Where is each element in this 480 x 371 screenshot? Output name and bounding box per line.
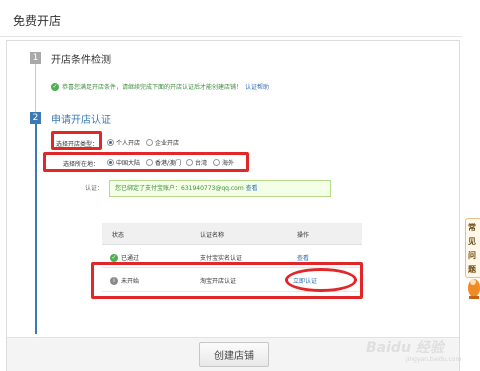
view-link[interactable]: 查看 <box>297 253 309 262</box>
step1-title: 开店条件检测 <box>51 55 111 66</box>
step2-number: 2 <box>30 112 41 124</box>
step-connector-active <box>35 118 37 334</box>
step1-message: 恭喜您满足开店条件，请继续完成下面的开店认证后才能创建店铺！ <box>62 84 243 91</box>
shop-type-company[interactable]: 企业开店 <box>146 138 179 147</box>
cert-status-box: 您已绑定了支付宝账户：631940773@qq.com 查看 <box>109 180 331 197</box>
radio-checked-icon[interactable] <box>107 139 114 146</box>
col-status: 状态 <box>112 232 125 239</box>
baidu-watermark: Baidu 经验 <box>366 340 444 356</box>
help-link[interactable]: 认证帮助 <box>245 82 269 91</box>
cert-label: 认证： <box>85 185 104 192</box>
row-status: ✓ 已通过 <box>110 253 139 262</box>
table-header: 状态 认证名称 操作 <box>102 223 362 245</box>
col-name: 认证名称 <box>200 232 225 239</box>
page-title: 免费开店 <box>13 14 62 28</box>
faq-char: 常 <box>468 223 476 232</box>
highlight-region <box>43 152 249 172</box>
title-divider <box>0 36 462 37</box>
shop-type-company-label: 企业开店 <box>155 140 180 147</box>
check-icon: ✓ <box>110 253 118 262</box>
row-name: 支付宝实名认证 <box>200 255 243 262</box>
row-status-text: 已通过 <box>121 255 140 262</box>
create-shop-button[interactable]: 创建店铺 <box>199 342 269 367</box>
highlight-shop-type <box>51 131 102 150</box>
check-icon: ✓ <box>51 82 59 91</box>
faq-char: 问 <box>468 251 476 260</box>
step2-title: 申请开店认证 <box>51 115 111 126</box>
faq-side-tab[interactable]: 常 见 问 题 <box>465 218 480 278</box>
cert-message: 您已绑定了支付宝账户：631940773@qq.com <box>115 185 244 192</box>
shop-type-personal-label: 个人开店 <box>116 140 141 147</box>
mascot-icon <box>468 279 480 299</box>
page-frame: 免费开店 1 开店条件检测 ✓ 恭喜您满足开店条件，请继续完成下面的开店认证后才… <box>0 0 480 371</box>
radio-icon[interactable] <box>146 139 153 146</box>
highlight-verify-now <box>285 268 357 292</box>
step1-status: ✓ 恭喜您满足开店条件，请继续完成下面的开店认证后才能创建店铺！ 认证帮助 <box>51 82 269 91</box>
cert-view-link[interactable]: 查看 <box>246 185 258 192</box>
shop-type-personal[interactable]: 个人开店 <box>107 138 140 147</box>
faq-char: 见 <box>468 237 476 246</box>
baidu-watermark-url: jingyan.baidu.com <box>406 356 462 363</box>
col-action: 操作 <box>297 232 310 239</box>
step1-number: 1 <box>30 52 41 64</box>
